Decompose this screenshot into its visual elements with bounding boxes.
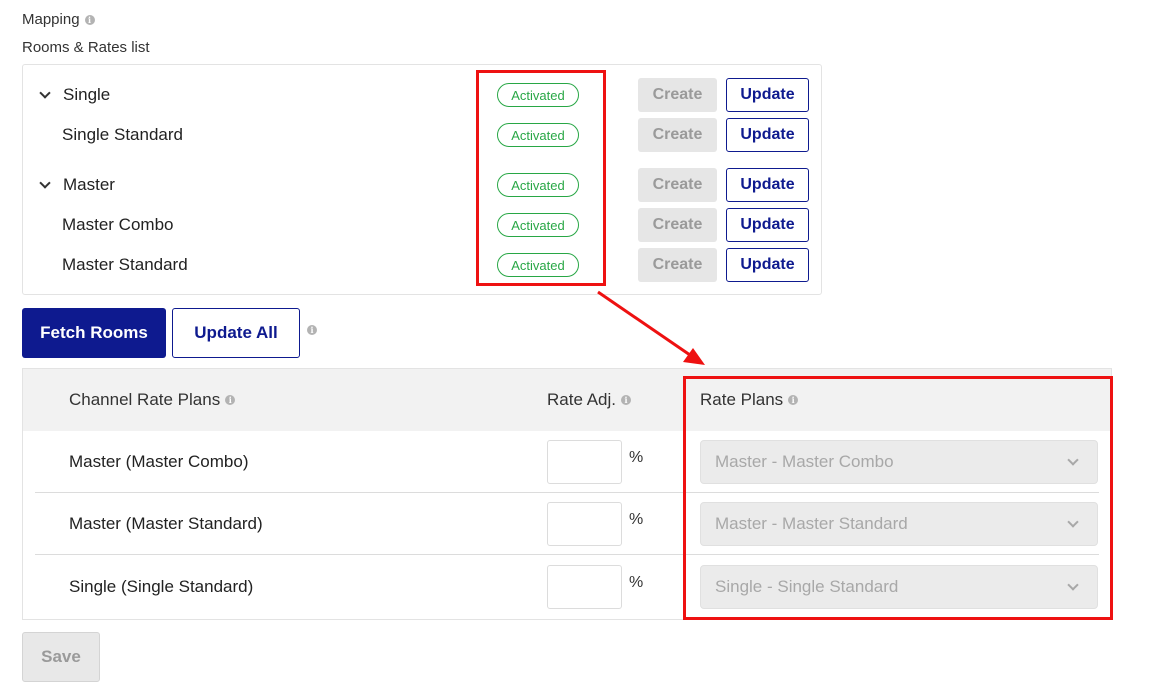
create-button[interactable]: Create	[638, 78, 717, 112]
create-button[interactable]: Create	[638, 118, 717, 152]
header-rate-plans: Rate Plans i	[700, 390, 799, 410]
header-channel-rate-plans: Channel Rate Plans i	[69, 390, 236, 410]
room-row-master: Master Activated Create Update	[23, 167, 821, 203]
create-button[interactable]: Create	[638, 208, 717, 242]
status-badge: Activated	[497, 173, 579, 197]
update-button[interactable]: Update	[726, 208, 809, 242]
status-badge: Activated	[497, 213, 579, 237]
room-row-master-standard: Master Standard Activated Create Update	[23, 247, 821, 283]
update-button[interactable]: Update	[726, 248, 809, 282]
room-row-single-standard: Single Standard Activated Create Update	[23, 117, 821, 153]
room-group-toggle[interactable]: Master	[39, 175, 115, 195]
rate-plans-table: Channel Rate Plans i Rate Adj. i Rate Pl…	[22, 368, 1112, 620]
create-button[interactable]: Create	[638, 168, 717, 202]
status-badge: Activated	[497, 123, 579, 147]
header-rate-adj: Rate Adj. i	[547, 390, 631, 410]
rate-plan-select[interactable]: Master - Master Combo	[700, 439, 1098, 484]
room-name: Single Standard	[62, 125, 183, 144]
rate-adj-input[interactable]	[547, 565, 622, 609]
rate-plan-select[interactable]: Single - Single Standard	[700, 565, 1098, 609]
chevron-down-icon	[1067, 515, 1079, 528]
percent-unit: %	[629, 449, 644, 466]
rate-adj-input[interactable]	[547, 439, 622, 484]
chevron-down-icon[interactable]	[39, 86, 51, 99]
channel-plan-name: Master (Master Standard)	[69, 513, 263, 533]
update-button[interactable]: Update	[726, 78, 809, 112]
info-icon[interactable]: i	[307, 325, 317, 335]
chevron-down-icon[interactable]	[39, 176, 51, 189]
table-row: Master (Master Combo) % Master - Master …	[35, 431, 1099, 493]
channel-plan-name: Master (Master Combo)	[69, 451, 249, 471]
rooms-rates-list: Single Activated Create Update Single St…	[22, 64, 822, 295]
table-header: Channel Rate Plans i Rate Adj. i Rate Pl…	[23, 369, 1111, 431]
info-icon[interactable]: i	[621, 395, 631, 405]
fetch-rooms-button[interactable]: Fetch Rooms	[22, 308, 166, 358]
rate-plan-select[interactable]: Master - Master Standard	[700, 501, 1098, 546]
room-group-toggle[interactable]: Single	[39, 85, 110, 105]
room-row-master-combo: Master Combo Activated Create Update	[23, 207, 821, 243]
percent-unit: %	[629, 511, 644, 528]
update-button[interactable]: Update	[726, 168, 809, 202]
update-all-button[interactable]: Update All	[172, 308, 300, 358]
status-badge: Activated	[497, 253, 579, 277]
percent-unit: %	[629, 574, 644, 591]
mapping-label: Mapping i	[22, 11, 95, 28]
room-row-single: Single Activated Create Update	[23, 77, 821, 113]
info-icon[interactable]: i	[84, 14, 95, 25]
rooms-rates-label: Rooms & Rates list	[22, 39, 150, 56]
arrow-head	[683, 348, 705, 365]
table-row: Single (Single Standard) % Single - Sing…	[35, 556, 1099, 618]
create-button[interactable]: Create	[638, 248, 717, 282]
info-icon[interactable]: i	[225, 395, 236, 405]
chevron-down-icon	[1067, 453, 1079, 466]
chevron-down-icon	[1067, 579, 1079, 591]
rate-adj-input[interactable]	[547, 501, 622, 546]
room-name: Master Standard	[62, 255, 188, 274]
table-row: Master (Master Standard) % Master - Mast…	[35, 493, 1099, 555]
channel-plan-name: Single (Single Standard)	[69, 577, 254, 596]
update-button[interactable]: Update	[726, 118, 809, 152]
info-icon[interactable]: i	[788, 395, 799, 405]
save-button[interactable]: Save	[22, 632, 100, 682]
room-name: Master Combo	[62, 215, 174, 234]
status-badge: Activated	[497, 83, 579, 107]
arrow-line	[597, 290, 691, 357]
